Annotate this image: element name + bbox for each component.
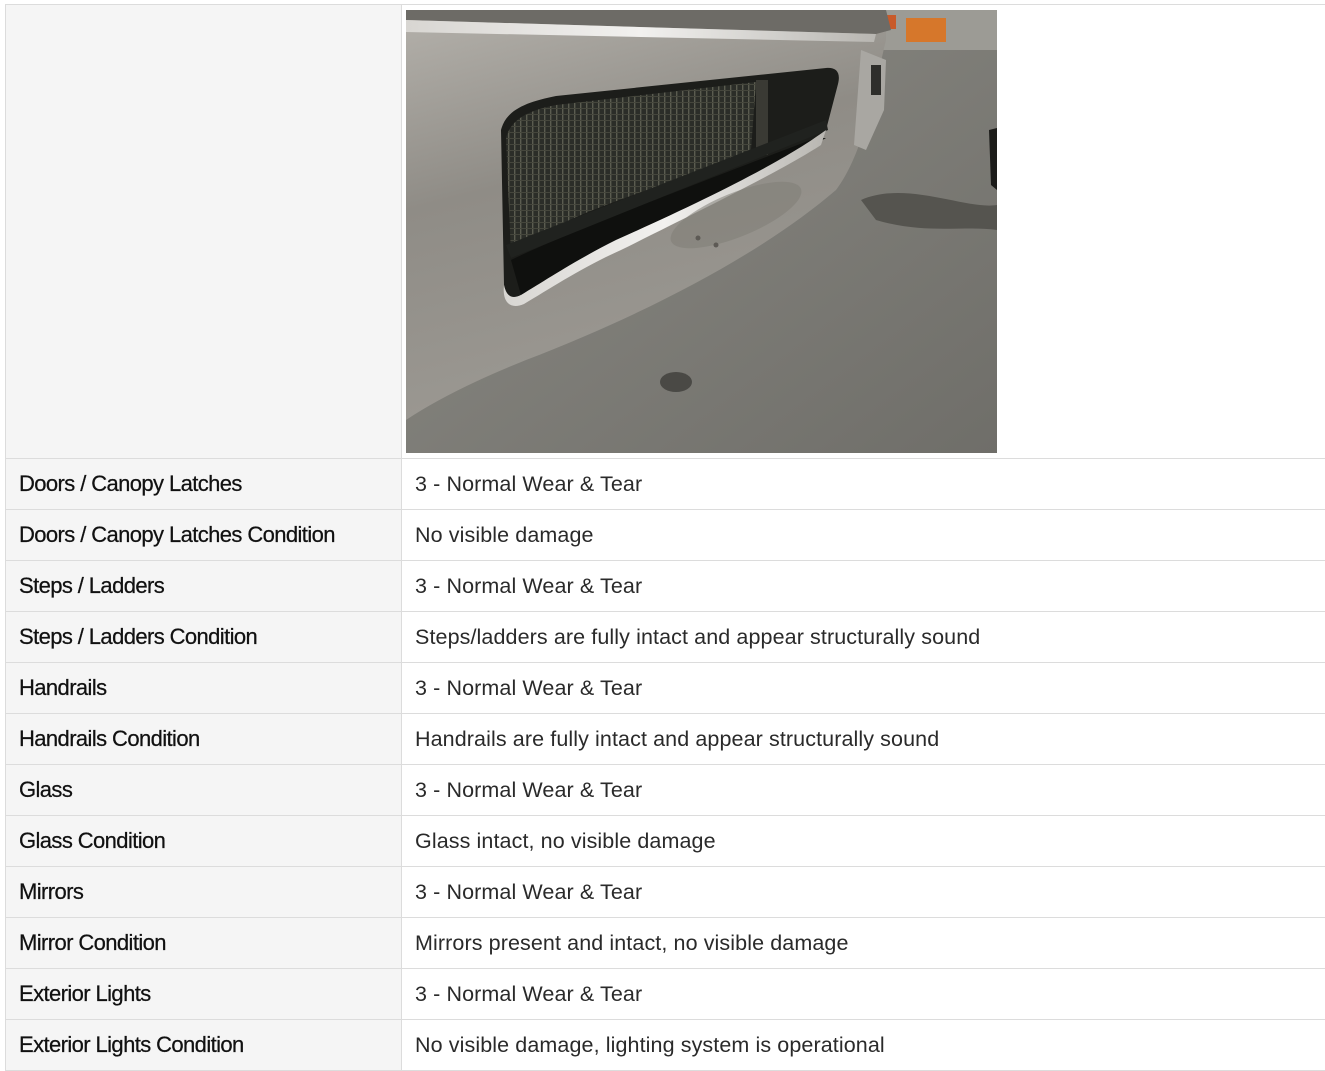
- table-row: Doors / Canopy Latches Condition No visi…: [6, 510, 1325, 561]
- table-row: Exterior Lights Condition No visible dam…: [6, 1020, 1325, 1071]
- row-label: Exterior Lights: [6, 969, 402, 1020]
- row-label: Mirrors: [6, 867, 402, 918]
- table-row: Glass 3 - Normal Wear & Tear: [6, 765, 1325, 816]
- inspection-table: Doors / Canopy Latches 3 - Normal Wear &…: [5, 4, 1325, 1071]
- table-row: Handrails Condition Handrails are fully …: [6, 714, 1325, 765]
- row-value: 3 - Normal Wear & Tear: [402, 969, 1325, 1020]
- table-row: Exterior Lights 3 - Normal Wear & Tear: [6, 969, 1325, 1020]
- bumper-damage-photo[interactable]: [406, 10, 997, 453]
- row-value: Glass intact, no visible damage: [402, 816, 1325, 867]
- row-value: No visible damage: [402, 510, 1325, 561]
- photo-row: [6, 5, 1325, 459]
- row-label: Doors / Canopy Latches: [6, 459, 402, 510]
- row-label: Glass Condition: [6, 816, 402, 867]
- row-value: 3 - Normal Wear & Tear: [402, 459, 1325, 510]
- table-row: Mirror Condition Mirrors present and int…: [6, 918, 1325, 969]
- table-row: Mirrors 3 - Normal Wear & Tear: [6, 867, 1325, 918]
- row-label: Handrails Condition: [6, 714, 402, 765]
- row-value: No visible damage, lighting system is op…: [402, 1020, 1325, 1071]
- row-label: Exterior Lights Condition: [6, 1020, 402, 1071]
- table-row: Glass Condition Glass intact, no visible…: [6, 816, 1325, 867]
- row-label: Steps / Ladders: [6, 561, 402, 612]
- row-label: Mirror Condition: [6, 918, 402, 969]
- photo-cell: [402, 5, 1325, 459]
- table-row: Steps / Ladders 3 - Normal Wear & Tear: [6, 561, 1325, 612]
- row-label: Handrails: [6, 663, 402, 714]
- table-row: Steps / Ladders Condition Steps/ladders …: [6, 612, 1325, 663]
- table-row: Doors / Canopy Latches 3 - Normal Wear &…: [6, 459, 1325, 510]
- row-label: Glass: [6, 765, 402, 816]
- row-label: Doors / Canopy Latches Condition: [6, 510, 402, 561]
- row-value: Mirrors present and intact, no visible d…: [402, 918, 1325, 969]
- row-label: Steps / Ladders Condition: [6, 612, 402, 663]
- row-value: 3 - Normal Wear & Tear: [402, 867, 1325, 918]
- row-value: 3 - Normal Wear & Tear: [402, 765, 1325, 816]
- photo-label-cell: [6, 5, 402, 459]
- row-value: 3 - Normal Wear & Tear: [402, 663, 1325, 714]
- row-value: Steps/ladders are fully intact and appea…: [402, 612, 1325, 663]
- row-value: Handrails are fully intact and appear st…: [402, 714, 1325, 765]
- row-value: 3 - Normal Wear & Tear: [402, 561, 1325, 612]
- table-row: Handrails 3 - Normal Wear & Tear: [6, 663, 1325, 714]
